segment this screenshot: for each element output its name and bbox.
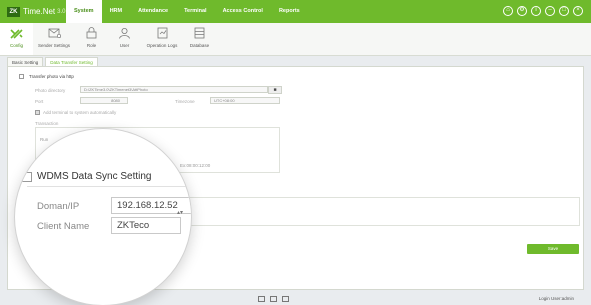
toolbar-logs-label: Operation Logs xyxy=(146,43,178,48)
toolbar-sender-label: Sender Settings xyxy=(37,43,71,48)
photo-directory-field[interactable]: D:\ZKTime3.0\ZKTimenet3\AttPhoto xyxy=(80,86,268,93)
top-menu-bar: ZK Time.Net 3.0 System HRM Attendance Te… xyxy=(0,0,591,23)
info-icon[interactable]: i xyxy=(531,6,541,16)
toolbar-config[interactable]: Config xyxy=(0,23,33,55)
toolbar-database-label: Database xyxy=(189,43,210,48)
save-button[interactable]: Save xyxy=(527,244,579,254)
toolbar-user[interactable]: User xyxy=(108,23,141,55)
brand: ZK Time.Net 3.0 xyxy=(0,6,66,17)
toolbar-user-label: User xyxy=(119,43,130,48)
close-icon[interactable]: × xyxy=(573,6,583,16)
transfer-photo-checkbox[interactable] xyxy=(19,74,24,79)
toolbar-database[interactable]: Database xyxy=(183,23,216,55)
add-terminal-checkbox[interactable] xyxy=(35,110,40,115)
minimize-icon[interactable]: – xyxy=(545,6,555,16)
toolbar-config-label: Config xyxy=(9,43,23,48)
menu-access-control[interactable]: Access Control xyxy=(215,0,271,23)
domain-spinner-icon[interactable]: ▴▾ xyxy=(177,209,183,216)
main-menu: System HRM Attendance Terminal Access Co… xyxy=(66,0,308,23)
sender-icon xyxy=(48,28,61,39)
database-icon xyxy=(194,27,205,39)
menu-attendance[interactable]: Attendance xyxy=(130,0,176,23)
home-icon[interactable]: ⌂ xyxy=(503,6,513,16)
toolbar-role[interactable]: Role xyxy=(75,23,108,55)
port-label: Port xyxy=(35,99,44,104)
logo-icon: ZK xyxy=(7,6,20,17)
screen-icon[interactable] xyxy=(258,296,265,302)
menu-hrm[interactable]: HRM xyxy=(102,0,131,23)
photo-directory-label: Photo directory xyxy=(35,88,66,93)
run-label: Run xyxy=(40,137,49,142)
toolbar-role-label: Role xyxy=(86,43,97,48)
app-title: Time.Net xyxy=(23,7,56,16)
tools-icon xyxy=(10,29,23,39)
wdms-title: WDMS Data Sync Setting xyxy=(37,171,152,182)
menu-system[interactable]: System xyxy=(66,0,102,23)
printer-icon[interactable] xyxy=(282,296,289,302)
settings-icon[interactable]: ⚙ xyxy=(517,6,527,16)
status-icons xyxy=(258,296,289,302)
menu-reports[interactable]: Reports xyxy=(271,0,308,23)
user-icon xyxy=(119,28,130,39)
time-example: Ex:08:00:12:00 xyxy=(180,163,211,168)
transfer-photo-label: Transfer photo via http xyxy=(29,74,74,79)
wdms-divider xyxy=(27,186,187,187)
tab-basic-setting[interactable]: Basic Setting xyxy=(7,57,44,66)
timezone-label: Timezone xyxy=(175,99,195,104)
app-version: 3.0 xyxy=(57,8,66,15)
folder-icon[interactable]: ■ xyxy=(268,86,282,94)
client-name-field[interactable]: ZKTeco xyxy=(111,217,181,234)
keyboard-icon[interactable] xyxy=(270,296,277,302)
magnifier-callout: WDMS Data Sync Setting Doman/IP 192.168.… xyxy=(14,128,192,305)
role-icon xyxy=(86,27,97,39)
tab-data-transfer-setting[interactable]: Data Transfer Setting xyxy=(45,57,98,66)
client-name-label: Client Name xyxy=(37,221,90,232)
port-field[interactable]: 8080 xyxy=(80,97,128,104)
timezone-select[interactable]: UTC+08:00 xyxy=(210,97,280,104)
system-toolbar: Config Sender Settings Role User Operati… xyxy=(0,23,591,56)
transaction-label: Transaction xyxy=(35,121,59,126)
toolbar-operation-logs[interactable]: Operation Logs xyxy=(141,23,183,55)
login-user: Login User:admin xyxy=(538,296,574,301)
window-controls: ⌂ ⚙ i – □ × xyxy=(503,6,583,16)
domain-label: Doman/IP xyxy=(37,201,80,212)
app-window: ZK Time.Net 3.0 System HRM Attendance Te… xyxy=(0,0,591,305)
menu-terminal[interactable]: Terminal xyxy=(176,0,215,23)
wdms-checkbox[interactable] xyxy=(22,172,32,182)
settings-tabs: Basic Setting Data Transfer Setting xyxy=(7,57,100,66)
toolbar-sender-settings[interactable]: Sender Settings xyxy=(33,23,75,55)
logs-icon xyxy=(157,27,167,39)
maximize-icon[interactable]: □ xyxy=(559,6,569,16)
add-terminal-label: Add terminal to system automatically xyxy=(43,110,117,115)
